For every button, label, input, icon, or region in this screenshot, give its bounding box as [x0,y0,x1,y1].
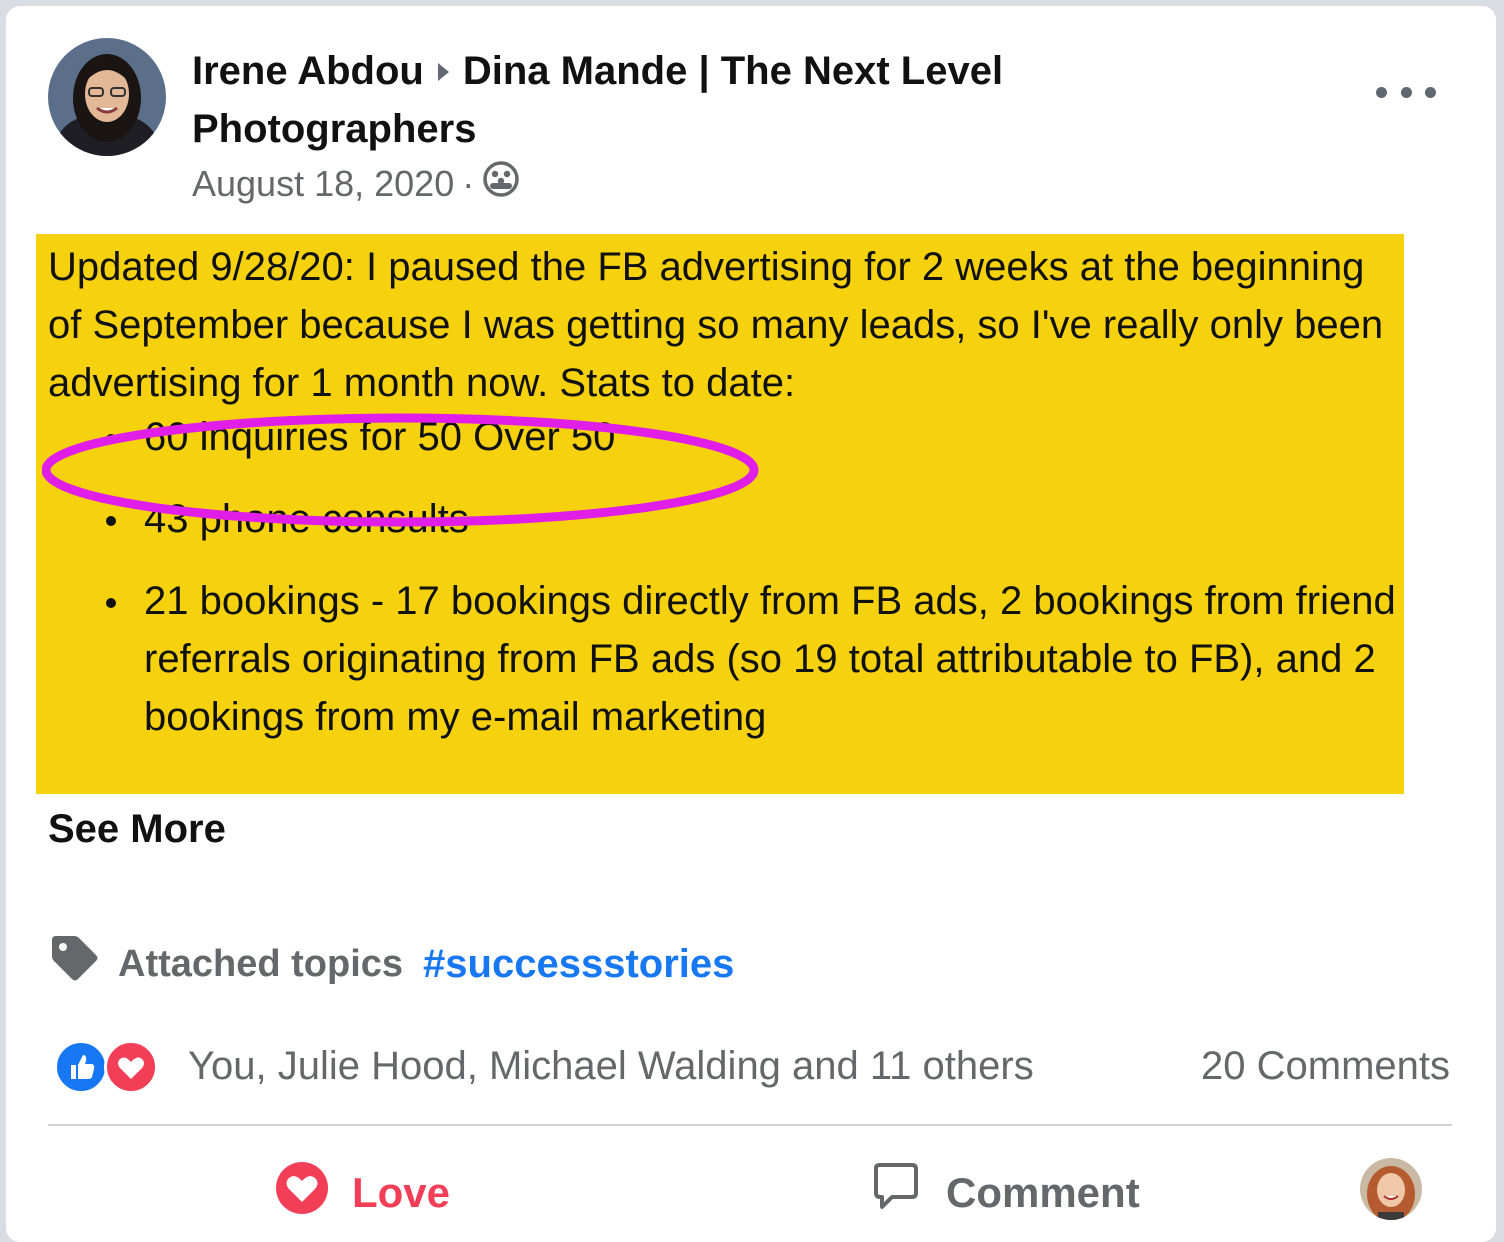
list-item: 21 bookings - 17 bookings directly from … [48,572,1398,746]
love-button[interactable]: Love [274,1160,450,1226]
shared-to-arrow-icon [437,63,449,82]
comment-label: Comment [946,1169,1140,1216]
tag-icon [48,934,100,994]
action-bar: Love Comment [6,1154,1496,1224]
comment-icon [868,1160,924,1226]
attached-topics-label: Attached topics [118,942,404,985]
meta-separator: · [462,162,475,204]
post-card: Irene Abdou Dina Mande | The Next Level P… [6,6,1496,1242]
post-meta: August 18, 2020 · [192,160,520,207]
post-date[interactable]: August 18, 2020 [192,163,454,205]
profile-avatar[interactable] [1360,1158,1422,1220]
post-body-intro: Updated 9/28/20: I paused the FB adverti… [48,245,1384,405]
divider [48,1124,1452,1126]
attached-topics: Attached topics #successstories [48,934,734,994]
love-icon [104,1040,158,1094]
author-name[interactable]: Irene Abdou [192,49,424,93]
comments-count[interactable]: 20 Comments [1201,1036,1450,1096]
hashtag-link[interactable]: #successstories [423,942,734,987]
group-members-icon [482,160,520,207]
love-label: Love [352,1169,451,1216]
comment-button[interactable]: Comment [868,1160,1140,1226]
like-icon [54,1040,108,1094]
highlight-circle [42,413,759,527]
more-options-icon[interactable] [1376,72,1436,112]
reaction-icons [54,1038,164,1094]
post-header: Irene Abdou Dina Mande | The Next Level P… [192,42,1152,158]
see-more-link[interactable]: See More [48,800,226,858]
author-avatar[interactable] [48,38,166,156]
reactions-summary[interactable]: You, Julie Hood, Michael Walding and 11 … [188,1044,1034,1089]
love-icon [274,1160,330,1226]
